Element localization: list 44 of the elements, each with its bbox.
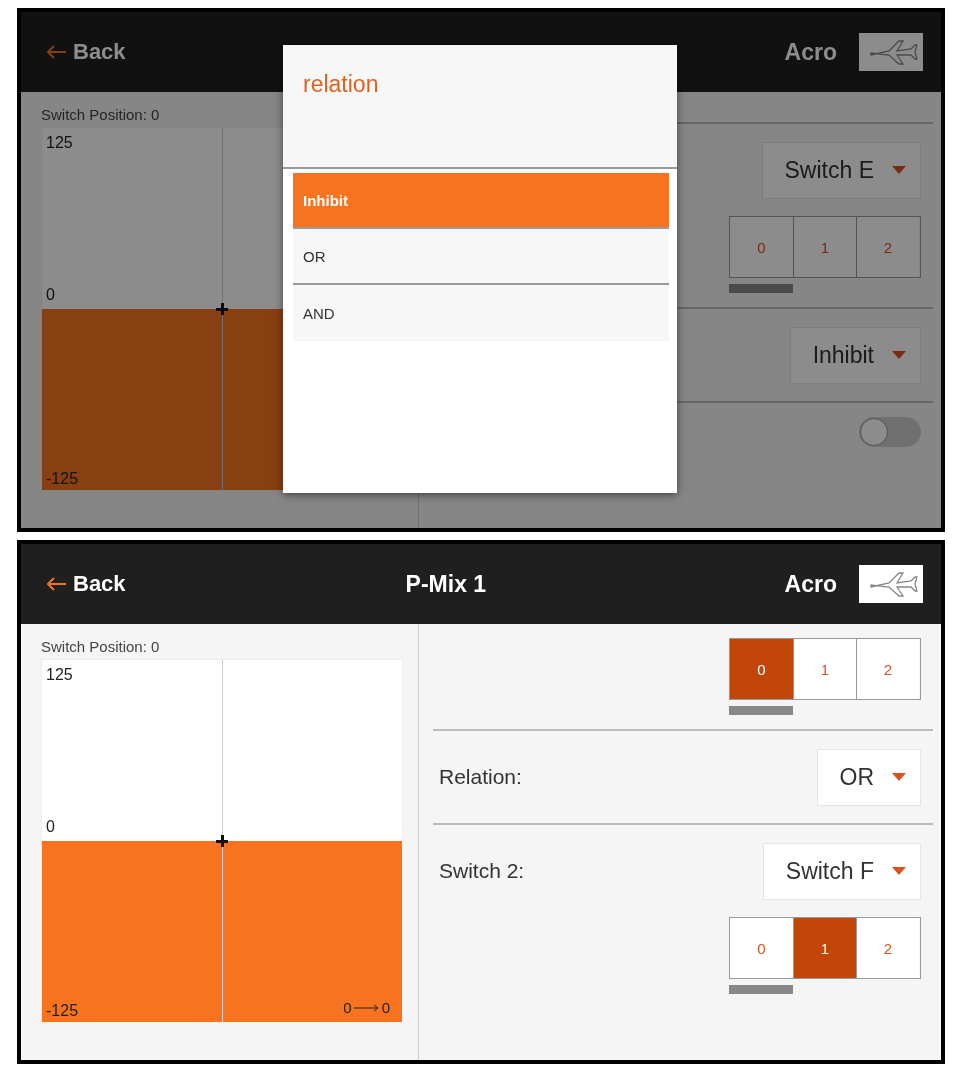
back-arrow-icon bbox=[45, 44, 67, 60]
position-segment[interactable]: 0 bbox=[730, 918, 793, 978]
toggle-switch[interactable] bbox=[859, 417, 921, 447]
back-button[interactable]: Back bbox=[45, 39, 126, 65]
axis-label: 125 bbox=[46, 666, 73, 684]
dropdown[interactable]: Inhibit bbox=[789, 326, 921, 384]
switch-position-label: Switch Position: 0 bbox=[41, 106, 161, 123]
position-segment[interactable]: 2 bbox=[856, 217, 919, 277]
back-button[interactable]: Back bbox=[45, 571, 126, 597]
dropdown[interactable]: OR bbox=[816, 748, 921, 806]
axis-label: -125 bbox=[46, 1002, 79, 1020]
dialog-option[interactable]: Inhibit bbox=[293, 173, 669, 229]
mode-label: Acro bbox=[784, 38, 837, 66]
caret-icon bbox=[892, 867, 906, 875]
position-segment[interactable]: 0 bbox=[730, 217, 793, 277]
position-segment[interactable]: 2 bbox=[856, 639, 919, 699]
position-segment[interactable]: 2 bbox=[856, 918, 919, 978]
field-label: Switch 2: bbox=[439, 859, 525, 883]
axis-label: -125 bbox=[46, 470, 79, 488]
position-segment[interactable]: 1 bbox=[793, 918, 856, 978]
position-segment[interactable]: 1 bbox=[793, 639, 856, 699]
mode-label: Acro bbox=[784, 570, 837, 598]
output-value: 0 bbox=[381, 999, 390, 1016]
position-segment[interactable]: 0 bbox=[730, 639, 793, 699]
dialog-option[interactable]: AND bbox=[293, 285, 669, 341]
dropdown[interactable]: Switch E bbox=[761, 141, 921, 199]
arrow-icon bbox=[353, 1003, 380, 1012]
caret-icon bbox=[892, 351, 906, 359]
axis-label: 125 bbox=[46, 134, 73, 152]
dialog-title: relation bbox=[303, 71, 379, 97]
screen-title: P-Mix 1 bbox=[405, 570, 487, 598]
dialog-option[interactable]: OR bbox=[293, 229, 669, 285]
axis-label: 0 bbox=[46, 818, 55, 836]
dropdown[interactable]: Switch F bbox=[762, 842, 921, 900]
input-value: 0 bbox=[343, 999, 352, 1016]
field-label: Relation: bbox=[439, 765, 522, 789]
position-segment[interactable]: 1 bbox=[793, 217, 856, 277]
switch-position-label: Switch Position: 0 bbox=[41, 638, 161, 655]
caret-icon bbox=[892, 166, 906, 174]
caret-icon bbox=[892, 773, 906, 781]
airplane-icon[interactable] bbox=[859, 33, 923, 71]
axis-label: 0 bbox=[46, 286, 55, 304]
airplane-icon[interactable] bbox=[859, 565, 923, 603]
back-arrow-icon bbox=[45, 576, 67, 592]
